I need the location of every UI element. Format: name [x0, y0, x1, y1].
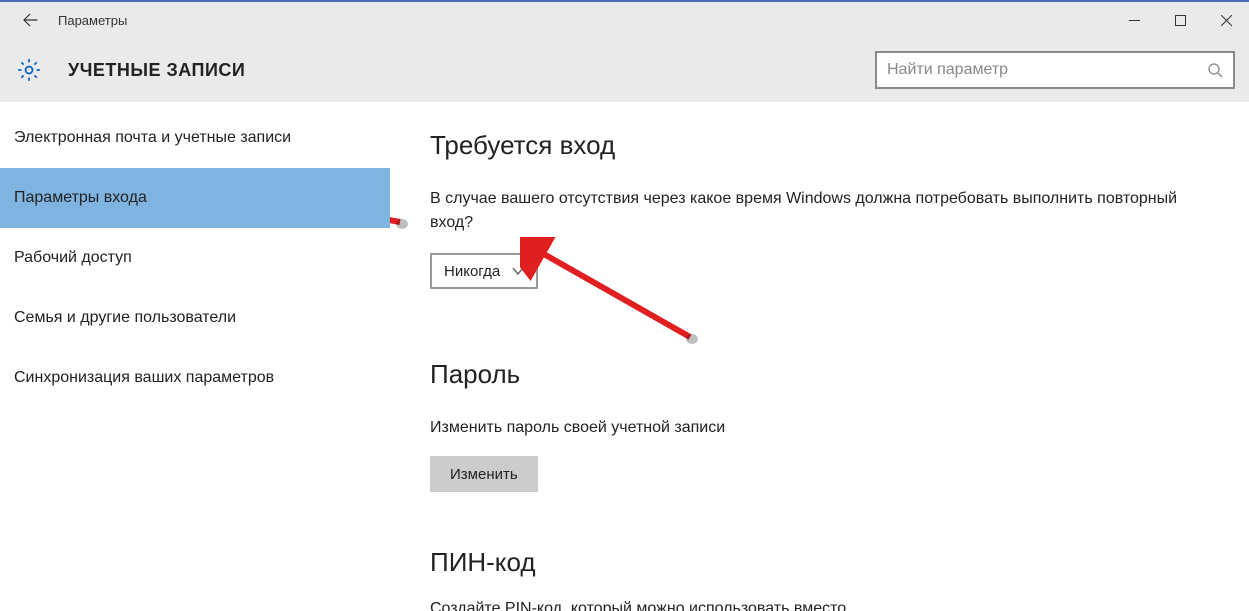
- pin-description-cut: Создайте PIN-код, который можно использо…: [430, 600, 1209, 611]
- sidebar-item-sync-settings[interactable]: Синхронизация ваших параметров: [0, 348, 390, 408]
- search-input[interactable]: [887, 61, 1207, 79]
- annotation-arrow-1: [390, 172, 410, 232]
- content-pane: Требуется вход В случае вашего отсутстви…: [390, 102, 1249, 611]
- signin-interval-dropdown[interactable]: Никогда: [430, 253, 538, 289]
- pin-heading: ПИН-код: [430, 547, 1209, 578]
- section-signin-required: Требуется вход В случае вашего отсутстви…: [430, 130, 1209, 289]
- sidebar-item-label: Синхронизация ваших параметров: [14, 369, 274, 387]
- signin-description: В случае вашего отсутствия через какое в…: [430, 187, 1190, 235]
- section-pin: ПИН-код Создайте PIN-код, который можно …: [430, 547, 1209, 611]
- maximize-icon: [1175, 15, 1186, 26]
- search-box[interactable]: [875, 51, 1235, 89]
- window-controls: [1111, 2, 1249, 38]
- settings-window: Параметры УЧЕТНЫЕ ЗАПИСИ Электронная поч…: [0, 0, 1249, 611]
- sidebar-item-label: Электронная почта и учетные записи: [14, 129, 291, 147]
- sidebar-item-label: Параметры входа: [14, 189, 147, 207]
- close-icon: [1221, 15, 1232, 26]
- back-arrow-icon: [21, 11, 39, 29]
- minimize-icon: [1129, 15, 1140, 26]
- sidebar-item-family-users[interactable]: Семья и другие пользователи: [0, 288, 390, 348]
- body: Электронная почта и учетные записи Парам…: [0, 102, 1249, 611]
- minimize-button[interactable]: [1111, 2, 1157, 38]
- button-label: Изменить: [450, 466, 518, 483]
- window-title: Параметры: [58, 13, 127, 28]
- section-password: Пароль Изменить пароль своей учетной зап…: [430, 359, 1209, 492]
- search-icon: [1207, 62, 1223, 78]
- titlebar: Параметры: [0, 2, 1249, 38]
- settings-gear-icon: [10, 57, 48, 83]
- sidebar-item-label: Рабочий доступ: [14, 249, 132, 267]
- sidebar: Электронная почта и учетные записи Парам…: [0, 102, 390, 611]
- back-button[interactable]: [8, 2, 52, 38]
- close-button[interactable]: [1203, 2, 1249, 38]
- password-description: Изменить пароль своей учетной записи: [430, 416, 1190, 440]
- maximize-button[interactable]: [1157, 2, 1203, 38]
- sidebar-item-work-access[interactable]: Рабочий доступ: [0, 228, 390, 288]
- chevron-down-icon: [512, 265, 524, 277]
- sidebar-item-signin-options[interactable]: Параметры входа: [0, 168, 390, 228]
- dropdown-value: Никогда: [444, 263, 500, 280]
- page-title: УЧЕТНЫЕ ЗАПИСИ: [68, 60, 245, 81]
- header-row: УЧЕТНЫЕ ЗАПИСИ: [0, 38, 1249, 102]
- change-password-button[interactable]: Изменить: [430, 456, 538, 492]
- password-heading: Пароль: [430, 359, 1209, 390]
- signin-heading: Требуется вход: [430, 130, 1209, 161]
- sidebar-item-label: Семья и другие пользователи: [14, 309, 236, 327]
- sidebar-item-email-accounts[interactable]: Электронная почта и учетные записи: [0, 108, 390, 168]
